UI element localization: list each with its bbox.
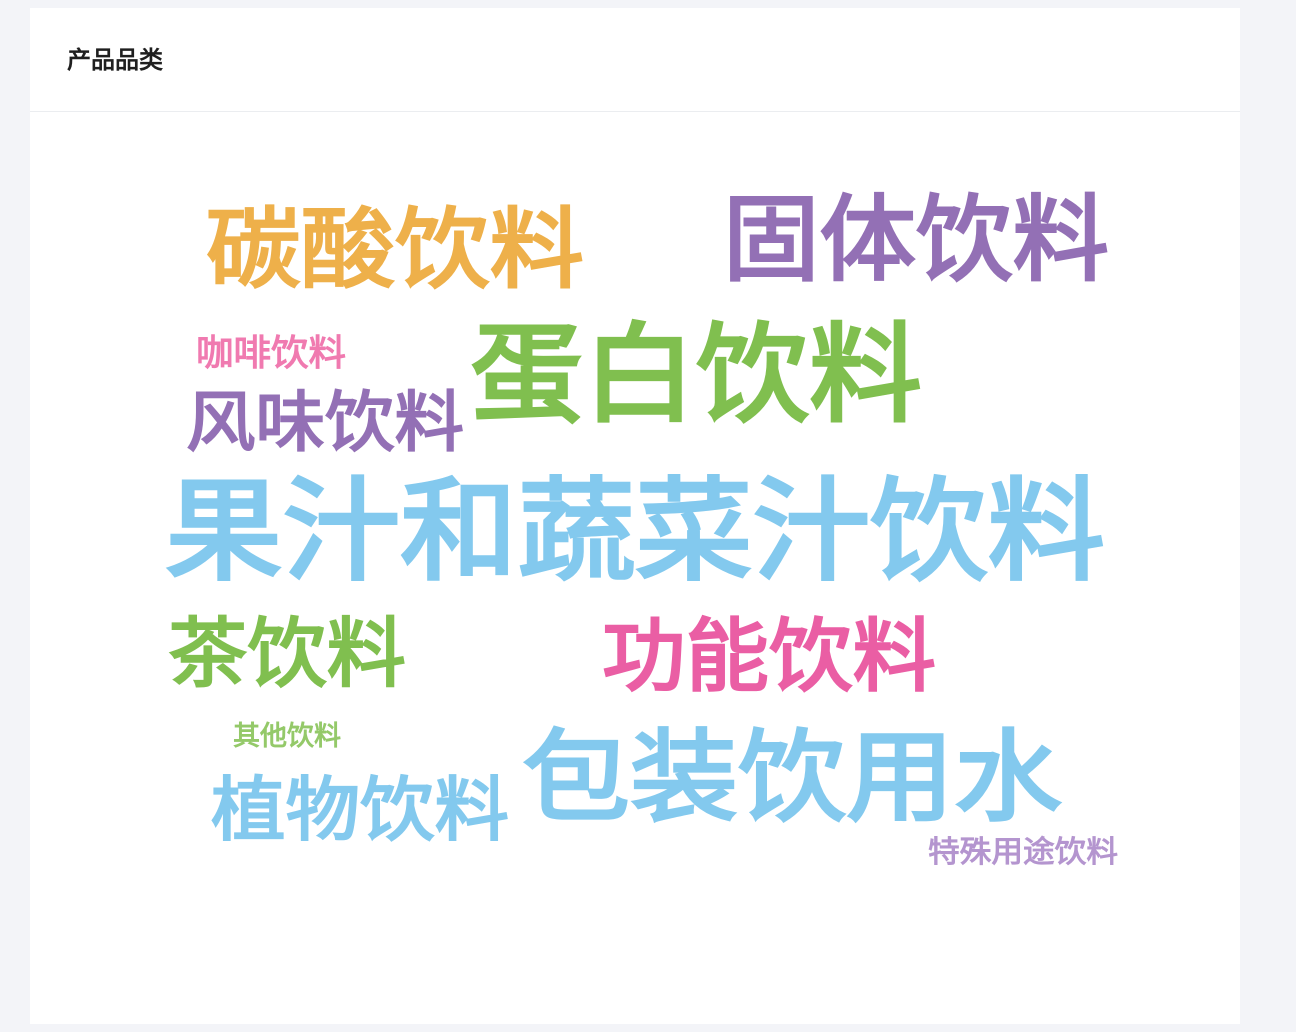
word-cloud-word: 植物饮料 [211, 769, 509, 851]
word-cloud-word: 固体饮料 [723, 186, 1109, 295]
word-cloud-word: 蛋白饮料 [470, 313, 922, 438]
word-cloud-word: 风味饮料 [186, 384, 464, 461]
word-cloud-word: 果汁和蔬菜汁饮料 [165, 467, 1105, 597]
word-cloud-word: 咖啡饮料 [196, 333, 346, 374]
card-header: 产品品类 [30, 8, 1240, 112]
product-category-card: 产品品类 果汁和蔬菜汁饮料包装饮用水 蛋白饮料 固体饮料 碳酸饮料功能饮料 风味饮料植物… [30, 8, 1240, 1024]
card-title: 产品品类 [67, 46, 163, 74]
word-cloud-word: 包装饮用水 [522, 719, 1063, 836]
word-cloud-word: 特殊用途饮料 [928, 835, 1118, 870]
word-cloud-word: 茶饮料 [168, 609, 406, 698]
word-cloud-word: 其他饮料 [233, 721, 341, 752]
word-cloud: 果汁和蔬菜汁饮料包装饮用水 蛋白饮料 固体饮料 碳酸饮料功能饮料 风味饮料植物饮料 茶饮料… [30, 112, 1240, 1024]
word-cloud-word: 碳酸饮料 [206, 198, 584, 301]
word-cloud-word: 功能饮料 [602, 610, 936, 703]
word-cloud-svg: 果汁和蔬菜汁饮料包装饮用水 蛋白饮料 固体饮料 碳酸饮料功能饮料 风味饮料植物饮料 茶饮料… [165, 186, 1118, 870]
